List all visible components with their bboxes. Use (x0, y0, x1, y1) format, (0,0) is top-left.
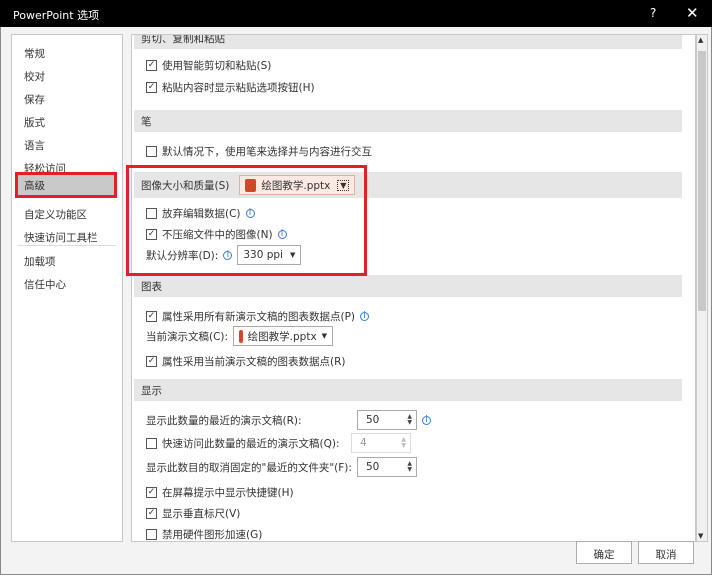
options-dialog: 常规 校对 保存 版式 语言 轻松访问 高级 自定义功能区 快速访问工具栏 加载… (0, 27, 712, 575)
spinner-arrows-icon[interactable]: ▲ ▼ (407, 414, 412, 426)
chevron-down-icon: ▼ (321, 332, 328, 340)
recent-folders-label: 显示此数目的取消固定的"最近的文件夹"(F): (146, 461, 352, 474)
checkbox-pen-select[interactable]: 默认情况下，使用笔来选择并与内容进行交互 (146, 144, 372, 159)
checkbox-label: 在屏幕提示中显示快捷键(H) (162, 487, 294, 499)
checkbox-label: 属性采用当前演示文稿的图表数据点(R) (162, 356, 346, 368)
checkbox-checked[interactable]: ✓ (146, 508, 157, 519)
checkbox-unchecked[interactable] (146, 529, 157, 540)
sidebar: 常规 校对 保存 版式 语言 轻松访问 高级 自定义功能区 快速访问工具栏 加载… (11, 34, 123, 542)
current-presentation-row: 当前演示文稿(C): 绘图教学.pptx ▼ (146, 326, 334, 346)
window-title: PowerPoint 选项 (13, 9, 100, 22)
checkbox-checked[interactable]: ✓ (146, 487, 157, 498)
help-button[interactable]: ? (650, 6, 656, 20)
sidebar-item-advanced[interactable]: 高级 (15, 172, 117, 198)
sidebar-item-layout[interactable]: 版式 (12, 110, 122, 133)
quick-access-row: 快速访问此数量的最近的演示文稿(Q): 4 ▲ ▼ (146, 433, 411, 453)
scroll-up-icon[interactable]: ▲ (698, 36, 703, 44)
dropdown-value: 绘图教学.pptx (247, 330, 317, 343)
checkbox-show-paste-options[interactable]: ✓ 粘贴内容时显示粘贴选项按钮(H) (146, 80, 315, 95)
checkbox-unchecked[interactable] (146, 437, 157, 449)
cancel-button[interactable]: 取消 (638, 541, 694, 564)
checkbox-current-chart-data[interactable]: ✓ 属性采用当前演示文稿的图表数据点(R) (146, 354, 346, 369)
quick-access-spinner[interactable]: 4 ▲ ▼ (351, 433, 411, 453)
scrollbar[interactable]: ▲ ▼ (696, 34, 708, 542)
section-header-display: 显示 (134, 379, 682, 401)
sidebar-item-trust-center[interactable]: 信任中心 (12, 272, 122, 295)
sidebar-item-language[interactable]: 语言 (12, 133, 122, 156)
powerpoint-file-icon (239, 329, 243, 343)
spinner-arrows-icon[interactable]: ▲ ▼ (401, 437, 406, 449)
recent-presentations-row: 显示此数量的最近的演示文稿(R): 50 ▲ ▼ i (146, 410, 431, 430)
spinner-value: 4 (360, 437, 367, 449)
checkbox-checked[interactable]: ✓ (146, 60, 157, 71)
checkbox-unchecked[interactable] (146, 146, 157, 157)
scroll-down-icon[interactable]: ▼ (698, 532, 703, 540)
spinner-value: 50 (366, 414, 380, 426)
checkbox-checked[interactable]: ✓ (146, 311, 157, 322)
background-document (712, 0, 720, 580)
section-header-cut-copy-paste: 剪切、复制和粘贴 (134, 35, 682, 49)
sidebar-item-general[interactable]: 常规 (12, 41, 122, 64)
section-header-chart: 图表 (134, 275, 682, 297)
checkbox-label: 使用智能剪切和粘贴(S) (162, 60, 272, 72)
checkbox-label: 属性采用所有新演示文稿的图表数据点(P) (162, 311, 356, 323)
spinner-arrows-icon[interactable]: ▲ ▼ (407, 461, 412, 473)
sidebar-item-proofing[interactable]: 校对 (12, 64, 122, 87)
checkbox-label: 粘贴内容时显示粘贴选项按钮(H) (162, 82, 315, 94)
close-button[interactable]: ✕ (686, 4, 699, 22)
checkbox-label: 显示垂直标尺(V) (162, 508, 241, 520)
checkbox-show-vertical-ruler[interactable]: ✓ 显示垂直标尺(V) (146, 506, 240, 521)
recent-folders-spinner[interactable]: 50 ▲ ▼ (357, 457, 417, 477)
sidebar-item-customize-ribbon[interactable]: 自定义功能区 (12, 202, 122, 225)
highlight-annotation (126, 165, 367, 276)
checkbox-label: 禁用硬件图形加速(G) (162, 529, 263, 541)
info-icon: i (422, 415, 431, 425)
info-icon: i (360, 312, 370, 321)
spinner-value: 50 (366, 461, 380, 473)
checkbox-all-new-chart-data[interactable]: ✓ 属性采用所有新演示文稿的图表数据点(P) i (146, 309, 370, 324)
current-presentation-label: 当前演示文稿(C): (146, 330, 229, 343)
recent-presentations-spinner[interactable]: 50 ▲ ▼ (357, 410, 417, 430)
sidebar-item-addins[interactable]: 加载项 (12, 249, 122, 272)
checkbox-smart-cut-paste[interactable]: ✓ 使用智能剪切和粘贴(S) (146, 58, 271, 73)
sidebar-item-save[interactable]: 保存 (12, 87, 122, 110)
recent-presentations-label: 显示此数量的最近的演示文稿(R): (146, 414, 302, 427)
checkbox-checked[interactable]: ✓ (146, 82, 157, 93)
settings-panel: 剪切、复制和粘贴 ✓ 使用智能剪切和粘贴(S) ✓ 粘贴内容时显示粘贴选项按钮(H)… (131, 34, 696, 542)
recent-folders-row: 显示此数目的取消固定的"最近的文件夹"(F): 50 ▲ ▼ (146, 457, 417, 477)
checkbox-disable-hw-acceleration[interactable]: 禁用硬件图形加速(G) (146, 527, 263, 541)
checkbox-checked[interactable]: ✓ (146, 356, 157, 367)
section-header-pen: 笔 (134, 110, 682, 132)
quick-access-label: 快速访问此数量的最近的演示文稿(Q): (162, 437, 340, 450)
ok-button[interactable]: 确定 (576, 541, 632, 564)
sidebar-divider (18, 245, 116, 246)
title-bar: PowerPoint 选项 ? ✕ (0, 0, 712, 27)
checkbox-label: 默认情况下，使用笔来选择并与内容进行交互 (162, 146, 372, 158)
current-presentation-dropdown[interactable]: 绘图教学.pptx ▼ (233, 326, 334, 346)
checkbox-show-shortcut-keys[interactable]: ✓ 在屏幕提示中显示快捷键(H) (146, 485, 294, 500)
scrollbar-thumb[interactable] (698, 51, 706, 311)
